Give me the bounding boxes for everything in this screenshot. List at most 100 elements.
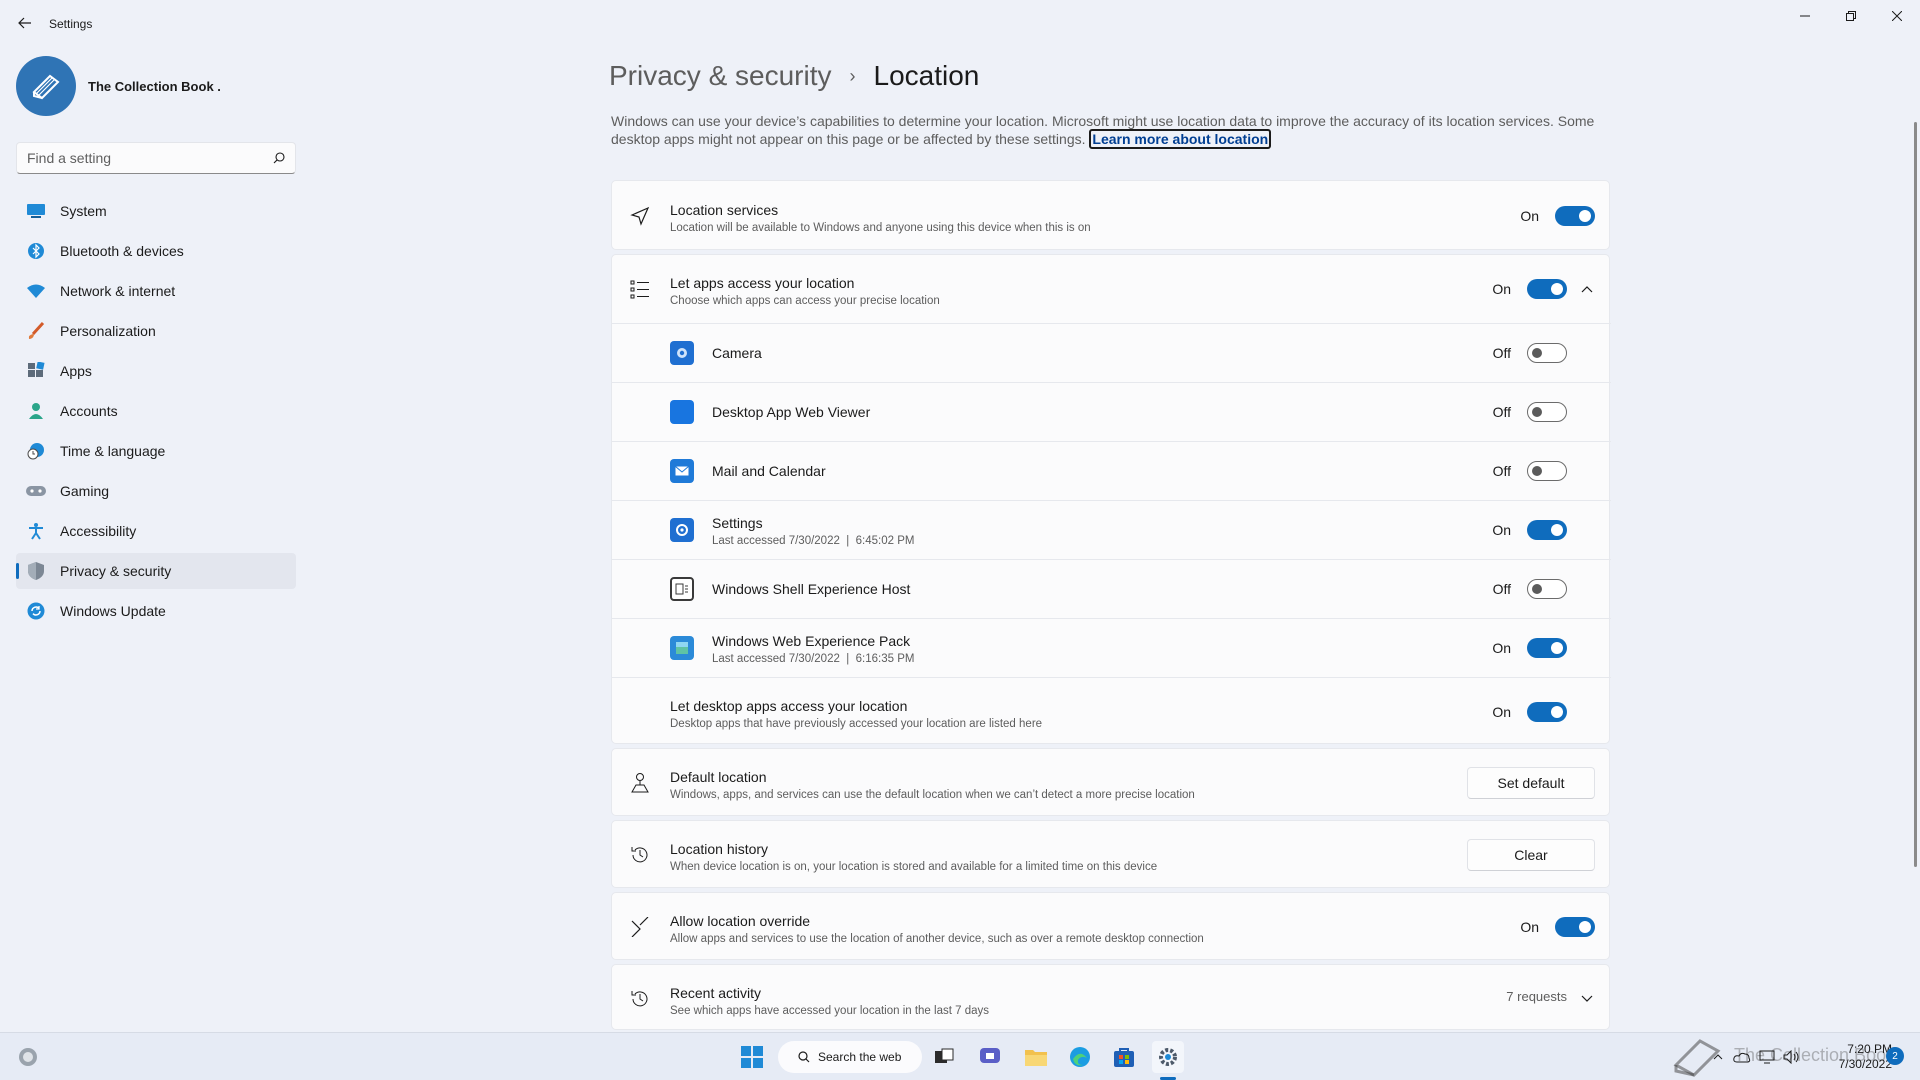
learn-more-link[interactable]: Learn more about location — [1089, 129, 1272, 149]
chevron-up-icon[interactable] — [1579, 281, 1595, 297]
gamepad-icon — [26, 481, 46, 501]
sidebar-item-label: Accessibility — [60, 523, 137, 539]
notification-badge[interactable]: 2 — [1886, 1047, 1904, 1065]
shield-icon — [26, 561, 46, 581]
sidebar-item-apps[interactable]: Apps — [16, 353, 296, 389]
app-name: Desktop App Web Viewer — [712, 404, 871, 420]
sidebar-item-accessibility[interactable]: Accessibility — [16, 513, 296, 549]
camera-app-icon — [670, 341, 694, 365]
task-view-button[interactable] — [928, 1041, 960, 1073]
clear-history-button[interactable]: Clear — [1467, 839, 1595, 871]
mail-location-toggle[interactable] — [1527, 461, 1567, 481]
sidebar-item-gaming[interactable]: Gaming — [16, 473, 296, 509]
toggle-state-label: On — [1520, 208, 1539, 224]
shell-host-location-toggle[interactable] — [1527, 579, 1567, 599]
scrollbar[interactable] — [1914, 122, 1917, 867]
app-row-text: Desktop App Web Viewer — [712, 404, 870, 420]
sidebar-item-label: Gaming — [60, 483, 110, 499]
apps-access-desc: Choose which apps can access your precis… — [670, 295, 940, 307]
apps-access-toggle[interactable] — [1527, 279, 1567, 299]
app-name: Mail and Calendar — [712, 463, 826, 479]
app-row-text: Windows Web Experience Pack Last accesse… — [712, 633, 914, 665]
location-override-card: Allow location override Allow apps and s… — [611, 892, 1610, 960]
recent-activity-desc: See which apps have accessed your locati… — [670, 1005, 989, 1017]
web-experience-location-toggle[interactable] — [1527, 638, 1567, 658]
mail-app-icon — [670, 459, 694, 483]
widgets-button[interactable] — [12, 1041, 44, 1073]
wifi-icon — [26, 281, 46, 301]
user-profile[interactable]: The Collection Book . — [16, 56, 221, 116]
app-toggle-group: Off — [1493, 402, 1567, 422]
recent-activity-card[interactable]: Recent activity See which apps have acce… — [611, 964, 1610, 1030]
intro-text: Windows can use your device’s capabiliti… — [611, 112, 1611, 149]
search-input[interactable] — [27, 150, 273, 166]
toggle-state-label: On — [1520, 919, 1539, 935]
task-view-icon — [935, 1048, 954, 1063]
app-row-shell-experience-host: Windows Shell Experience Host Off — [612, 559, 1611, 618]
start-button[interactable] — [736, 1041, 768, 1073]
volume-button[interactable] — [1780, 1041, 1802, 1073]
app-row-text: Settings Last accessed 7/30/2022 | 6:45:… — [712, 515, 914, 547]
sidebar-item-label: Bluetooth & devices — [60, 243, 184, 259]
location-services-toggle[interactable] — [1555, 206, 1595, 226]
taskbar-search[interactable]: Search the web — [778, 1041, 922, 1073]
sidebar-item-label: Accounts — [60, 403, 118, 419]
sidebar-item-personalization[interactable]: Personalization — [16, 313, 296, 349]
store-button[interactable] — [1108, 1041, 1140, 1073]
recent-activity-row[interactable]: Recent activity See which apps have acce… — [612, 965, 1611, 1031]
minimize-button[interactable] — [1782, 0, 1828, 32]
monitor-network-icon — [1759, 1050, 1775, 1064]
sidebar-item-accounts[interactable]: Accounts — [16, 393, 296, 429]
bluetooth-icon — [26, 241, 46, 261]
file-explorer-button[interactable] — [1020, 1041, 1052, 1073]
default-location-row: Default location Windows, apps, and serv… — [612, 749, 1611, 817]
edge-button[interactable] — [1064, 1041, 1096, 1073]
back-button[interactable] — [14, 12, 36, 34]
chevron-down-icon[interactable] — [1579, 991, 1595, 1007]
recent-history-icon — [628, 987, 652, 1011]
settings-location-toggle[interactable] — [1527, 520, 1567, 540]
book-logo-icon — [32, 74, 60, 100]
list-icon — [628, 277, 652, 301]
camera-location-toggle[interactable] — [1527, 343, 1567, 363]
system-clock[interactable]: 7:20 PM 7/30/2022 — [1820, 1042, 1892, 1072]
location-services-text: Location services Location will be avail… — [670, 202, 1091, 234]
sidebar-item-label: Privacy & security — [60, 563, 172, 579]
sidebar-item-network[interactable]: Network & internet — [16, 273, 296, 309]
app-row-web-experience-pack: Windows Web Experience Pack Last accesse… — [612, 618, 1611, 677]
settings-taskbar-button[interactable] — [1152, 1041, 1184, 1073]
chat-button[interactable] — [974, 1041, 1006, 1073]
close-icon — [1892, 11, 1902, 21]
default-location-text: Default location Windows, apps, and serv… — [670, 769, 1195, 801]
app-name: Settings — [712, 515, 763, 531]
restore-button[interactable] — [1828, 0, 1874, 32]
page-title: Location — [873, 60, 980, 91]
settings-search[interactable] — [16, 142, 296, 174]
app-row-text: Windows Shell Experience Host — [712, 581, 910, 597]
sidebar-item-privacy-security[interactable]: Privacy & security — [16, 553, 296, 589]
apps-access-header[interactable]: Let apps access your location Choose whi… — [612, 255, 1611, 323]
sidebar-item-windows-update[interactable]: Windows Update — [16, 593, 296, 629]
close-button[interactable] — [1874, 0, 1920, 32]
web-viewer-location-toggle[interactable] — [1527, 402, 1567, 422]
sidebar-item-bluetooth[interactable]: Bluetooth & devices — [16, 233, 296, 269]
search-icon[interactable] — [273, 152, 285, 164]
network-status-button[interactable] — [1756, 1041, 1778, 1073]
onedrive-button[interactable] — [1730, 1041, 1754, 1073]
app-name: Camera — [712, 345, 762, 361]
shell-host-app-icon — [670, 577, 694, 601]
brush-icon — [26, 321, 46, 341]
store-icon — [1114, 1048, 1134, 1067]
app-row-settings: Settings Last accessed 7/30/2022 | 6:45:… — [612, 500, 1611, 559]
desktop-apps-toggle[interactable] — [1527, 702, 1567, 722]
location-override-toggle[interactable] — [1555, 917, 1595, 937]
app-row-text: Camera — [712, 345, 762, 361]
show-hidden-icons-button[interactable] — [1708, 1041, 1728, 1073]
sidebar-item-time-language[interactable]: Time & language — [16, 433, 296, 469]
restore-icon — [1846, 11, 1856, 21]
sidebar-item-system[interactable]: System — [16, 193, 296, 229]
set-default-button[interactable]: Set default — [1467, 767, 1595, 799]
recent-activity-title: Recent activity — [670, 985, 762, 1001]
breadcrumb-parent[interactable]: Privacy & security — [609, 60, 832, 92]
desktop-apps-row: Let desktop apps access your location De… — [612, 677, 1611, 745]
